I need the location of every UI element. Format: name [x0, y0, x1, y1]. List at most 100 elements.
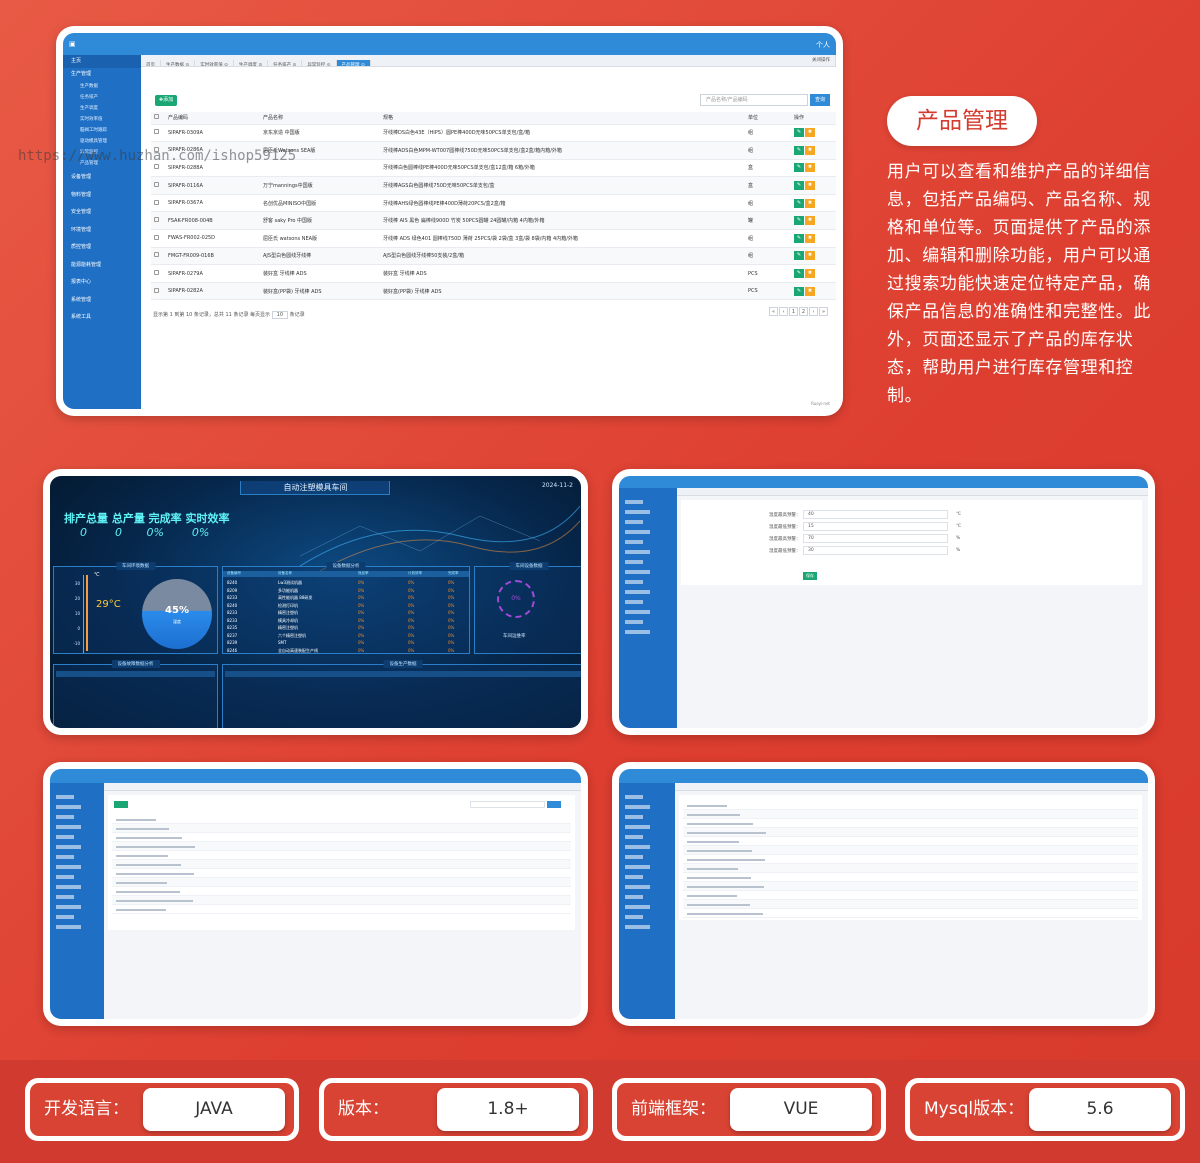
delete-icon[interactable]: ✖ — [805, 286, 815, 296]
mini-sidebar-item[interactable] — [625, 795, 643, 799]
delete-icon[interactable]: ✖ — [805, 163, 815, 173]
mini-sidebar-item[interactable] — [625, 520, 643, 524]
mini-sidebar-item[interactable] — [625, 825, 650, 829]
mini-sidebar-item[interactable] — [625, 845, 650, 849]
mini-sidebar-item[interactable] — [625, 560, 643, 564]
mini-sidebar-item[interactable] — [625, 550, 650, 554]
delete-icon[interactable]: ✖ — [805, 128, 815, 138]
mini-sidebar-item[interactable] — [625, 620, 643, 624]
row-checkbox[interactable] — [154, 182, 159, 188]
product-code[interactable]: SIPAFR-0279A — [165, 264, 260, 283]
mini-sidebar-item[interactable] — [625, 815, 643, 819]
mini-sidebar-item[interactable] — [56, 855, 74, 859]
delete-icon[interactable]: ✖ — [805, 216, 815, 226]
mini-sidebar-item[interactable] — [625, 500, 643, 504]
edit-icon[interactable]: ✎ — [794, 128, 804, 138]
page-button[interactable]: ‹ — [779, 307, 788, 316]
mini-sidebar-item[interactable] — [625, 570, 650, 574]
setting-input[interactable]: 15 — [803, 522, 948, 531]
row-checkbox[interactable] — [154, 164, 159, 170]
sidebar-subitem[interactable]: 实时效率值 — [63, 114, 141, 125]
row-checkbox[interactable] — [154, 234, 159, 240]
mini-sidebar-item[interactable] — [625, 905, 650, 909]
sidebar-group[interactable]: 系统工具 — [63, 309, 141, 327]
mini-sidebar-item[interactable] — [625, 835, 643, 839]
setting-input[interactable]: 40 — [803, 510, 948, 519]
page-button[interactable]: › — [809, 307, 818, 316]
edit-icon[interactable]: ✎ — [794, 181, 804, 191]
sidebar-group[interactable]: 系统管理 — [63, 292, 141, 310]
mini-sidebar-item[interactable] — [56, 835, 74, 839]
mini-sidebar-item[interactable] — [625, 875, 643, 879]
setting-input[interactable]: 70 — [803, 534, 948, 543]
sidebar-subitem[interactable]: 任务排产 — [63, 92, 141, 103]
row-checkbox[interactable] — [154, 287, 159, 293]
add-button[interactable]: ✚添加 — [155, 95, 177, 106]
edit-icon[interactable]: ✎ — [794, 269, 804, 279]
page-button[interactable]: 1 — [789, 307, 798, 316]
tab-2[interactable]: 实时效率值 ⊙ — [195, 60, 234, 66]
mini-sidebar-item[interactable] — [56, 925, 81, 929]
mini-sidebar-item[interactable] — [625, 590, 650, 594]
page-button[interactable]: » — [819, 307, 828, 316]
close-operations[interactable]: 关闭操作 — [807, 55, 836, 66]
mini-sidebar-item[interactable] — [56, 845, 81, 849]
mini-sidebar-item[interactable] — [56, 825, 81, 829]
sidebar-group[interactable]: 安全管理 — [63, 204, 141, 222]
sidebar-subitem[interactable]: 驱动模具管理 — [63, 136, 141, 147]
product-code[interactable]: SIPAFR-0367A — [165, 194, 260, 213]
edit-icon[interactable]: ✎ — [794, 233, 804, 243]
mini-sidebar-item[interactable] — [56, 815, 74, 819]
sidebar-group[interactable]: 环境管理 — [63, 222, 141, 240]
tab-0[interactable]: 首页 — [141, 60, 161, 66]
mini-sidebar-item[interactable] — [625, 600, 643, 604]
mini-sidebar-item[interactable] — [56, 805, 81, 809]
edit-icon[interactable]: ✎ — [794, 251, 804, 261]
edit-icon[interactable]: ✎ — [794, 198, 804, 208]
mini-sidebar-item[interactable] — [56, 915, 74, 919]
delete-icon[interactable]: ✖ — [805, 251, 815, 261]
mini-sidebar-item[interactable] — [56, 905, 81, 909]
tab-6[interactable]: 产品管理 ⊙ — [336, 60, 371, 66]
mini-sidebar-item[interactable] — [625, 865, 650, 869]
setting-input[interactable]: 30 — [803, 546, 948, 555]
mini-sidebar-item[interactable] — [625, 580, 643, 584]
product-code[interactable]: SIPAFR-0116A — [165, 176, 260, 195]
sidebar-subitem[interactable]: 生产数据 — [63, 81, 141, 92]
sidebar-group[interactable]: 报表中心 — [63, 274, 141, 292]
row-checkbox[interactable] — [154, 217, 159, 223]
sidebar-group[interactable]: 物料管理 — [63, 187, 141, 205]
mini-sidebar-item[interactable] — [625, 885, 650, 889]
delete-icon[interactable]: ✖ — [805, 269, 815, 279]
tab-4[interactable]: 任务排产 ⊙ — [268, 60, 303, 66]
page-button[interactable]: 2 — [799, 307, 808, 316]
page-size-select[interactable]: 10 — [271, 311, 289, 319]
save-button[interactable]: 保存 — [803, 572, 817, 580]
product-code[interactable]: FWAS-FR002-025D — [165, 229, 260, 248]
delete-icon[interactable]: ✖ — [805, 181, 815, 191]
edit-icon[interactable]: ✎ — [794, 145, 804, 155]
sidebar-subitem[interactable]: 生产调度 — [63, 103, 141, 114]
select-all-checkbox[interactable] — [154, 114, 159, 120]
mini-sidebar-item[interactable] — [625, 805, 650, 809]
row-checkbox[interactable] — [154, 199, 159, 205]
mini-sidebar-item[interactable] — [625, 855, 643, 859]
delete-icon[interactable]: ✖ — [805, 233, 815, 243]
mini-sidebar-item[interactable] — [625, 630, 650, 634]
sidebar-group[interactable]: 质控管理 — [63, 239, 141, 257]
product-code[interactable]: SIPAFR-0282A — [165, 282, 260, 301]
sidebar-group[interactable]: 设备管理 — [63, 169, 141, 187]
mini-sidebar-item[interactable] — [56, 885, 81, 889]
product-code[interactable]: FSAK-FR008-004B — [165, 211, 260, 231]
edit-icon[interactable]: ✎ — [794, 286, 804, 296]
tab-3[interactable]: 生产调度 ⊙ — [234, 60, 269, 66]
edit-icon[interactable]: ✎ — [794, 216, 804, 226]
sidebar-group-production[interactable]: 生产管理 — [63, 68, 141, 81]
mini-sidebar-item[interactable] — [625, 915, 643, 919]
sidebar-item-home[interactable]: 主页 — [63, 55, 141, 68]
delete-icon[interactable]: ✖ — [805, 198, 815, 208]
tab-1[interactable]: 生产数据 ⊙ — [161, 60, 196, 66]
mini-sidebar-item[interactable] — [56, 795, 74, 799]
mini-sidebar-item[interactable] — [625, 540, 643, 544]
list-search-input[interactable] — [470, 801, 545, 808]
